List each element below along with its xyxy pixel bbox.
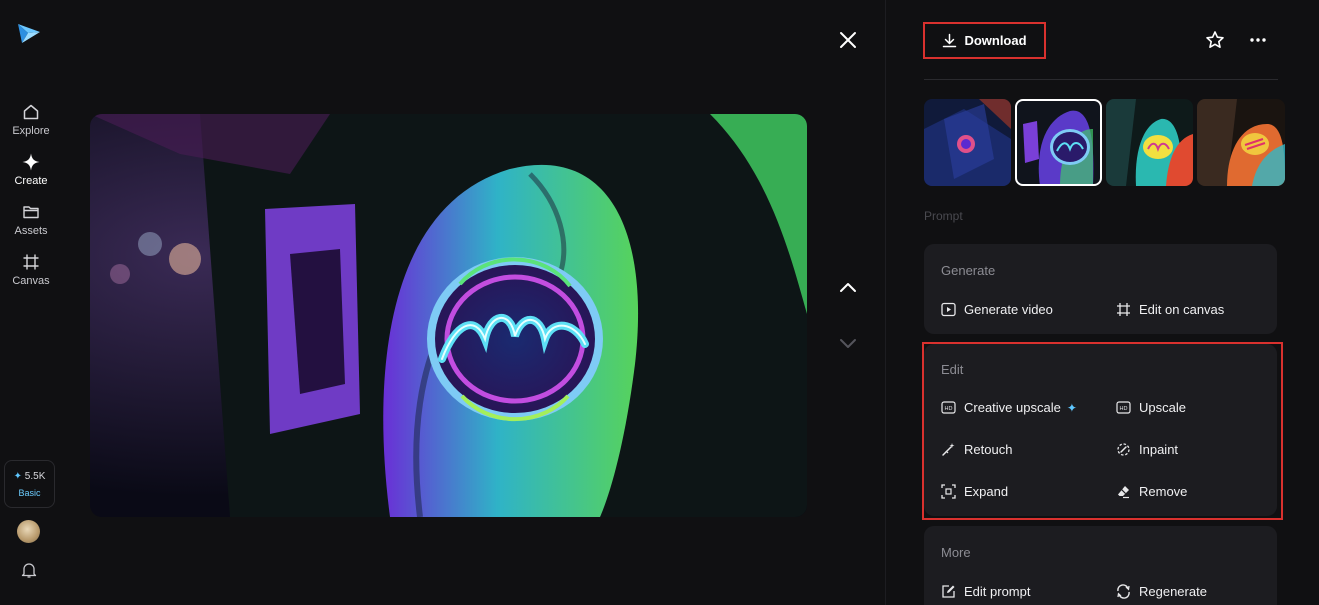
expand-icon <box>941 484 956 499</box>
generate-section: Generate Generate video Edit on canvas <box>924 244 1277 334</box>
section-title: Generate <box>941 263 996 278</box>
option-label: Edit on canvas <box>1139 302 1225 317</box>
upscale-button[interactable]: HD Upscale <box>1116 400 1186 415</box>
tattoo-sticker-image <box>90 114 807 517</box>
option-label: Regenerate <box>1139 584 1207 599</box>
inpaint-button[interactable]: Inpaint <box>1116 442 1178 457</box>
section-title: More <box>941 545 971 560</box>
generate-video-button[interactable]: Generate video <box>941 302 1053 317</box>
star-icon[interactable] <box>1205 30 1225 50</box>
thumbnail-4[interactable] <box>1197 99 1285 186</box>
thumbnail-2[interactable] <box>1015 99 1102 186</box>
main-image <box>90 114 807 517</box>
download-label: Download <box>964 33 1027 48</box>
thumbnail-image <box>1015 99 1102 186</box>
option-label: Retouch <box>964 442 1013 457</box>
app-logo-icon[interactable] <box>16 20 42 46</box>
inpaint-icon <box>1116 442 1131 457</box>
option-label: Generate video <box>964 302 1053 317</box>
hd-icon: HD <box>941 400 956 415</box>
more-options-icon[interactable] <box>1248 30 1268 50</box>
remove-button[interactable]: Remove <box>1116 484 1187 499</box>
magic-wand-icon <box>941 442 956 457</box>
thumbnail-1[interactable] <box>924 99 1011 186</box>
credits-amount: 5.5K <box>24 470 46 482</box>
sidebar-item-assets[interactable]: Assets <box>0 202 62 237</box>
chevron-up-icon[interactable] <box>838 278 858 298</box>
option-label: Remove <box>1139 484 1188 499</box>
section-title: Edit <box>941 362 964 377</box>
option-label: Creative upscale <box>964 400 1061 415</box>
svg-text:HD: HD <box>945 406 953 412</box>
sidebar-item-canvas[interactable]: Canvas <box>0 252 62 287</box>
close-icon[interactable] <box>838 30 858 50</box>
expand-button[interactable]: Expand <box>941 484 1008 499</box>
canvas-frame-icon <box>1116 302 1131 317</box>
sparkle-icon: ✦ <box>1066 400 1077 415</box>
option-label: Edit prompt <box>964 584 1031 599</box>
panel-divider <box>885 0 886 605</box>
sparkle-icon: ✦ <box>13 470 23 482</box>
hd-icon: HD <box>1116 400 1131 415</box>
sidebar-item-label: Assets <box>14 225 48 237</box>
bell-icon[interactable] <box>20 561 38 579</box>
chevron-down-icon[interactable] <box>838 333 858 353</box>
play-square-icon <box>941 302 956 317</box>
creative-upscale-button[interactable]: HD Creative upscale ✦ <box>941 400 1077 415</box>
thumbnail-image <box>1106 99 1193 186</box>
edit-on-canvas-button[interactable]: Edit on canvas <box>1116 302 1224 317</box>
credits-badge[interactable]: ✦ 5.5K Basic <box>4 460 55 508</box>
sidebar-item-label: Canvas <box>12 275 50 287</box>
edit-prompt-icon <box>941 584 956 599</box>
regenerate-icon <box>1116 584 1131 599</box>
option-label: Upscale <box>1139 400 1186 415</box>
download-icon <box>943 33 957 48</box>
edit-prompt-button[interactable]: Edit prompt <box>941 584 1030 599</box>
regenerate-button[interactable]: Regenerate <box>1116 584 1207 599</box>
thumbnail-image <box>1197 99 1285 186</box>
folder-icon <box>21 202 41 222</box>
sidebar-item-label: Create <box>14 175 48 187</box>
avatar[interactable] <box>17 520 40 543</box>
header-divider <box>924 79 1278 80</box>
sidebar-item-explore[interactable]: Explore <box>0 102 62 137</box>
sidebar-item-create[interactable]: Create <box>0 152 62 187</box>
option-label: Inpaint <box>1139 442 1179 457</box>
sidebar-item-label: Explore <box>12 125 50 137</box>
prompt-label: Prompt <box>924 209 963 223</box>
retouch-button[interactable]: Retouch <box>941 442 1012 457</box>
edit-section: Edit HD Creative upscale ✦ HD Upscale Re… <box>924 344 1277 516</box>
option-label: Expand <box>964 484 1009 499</box>
canvas-frame-icon <box>21 252 41 272</box>
sidebar: Explore Create Assets Canvas ✦ 5.5K Basi… <box>0 0 62 605</box>
thumbnail-image <box>924 99 1011 186</box>
thumbnail-3[interactable] <box>1106 99 1193 186</box>
download-button[interactable]: Download <box>923 22 1046 59</box>
more-section: More Edit prompt Regenerate <box>924 526 1277 605</box>
svg-text:HD: HD <box>1120 406 1128 412</box>
sparkle-icon <box>21 152 41 172</box>
plan-label: Basic <box>18 487 41 498</box>
eraser-icon <box>1116 484 1131 499</box>
home-icon <box>21 102 41 122</box>
